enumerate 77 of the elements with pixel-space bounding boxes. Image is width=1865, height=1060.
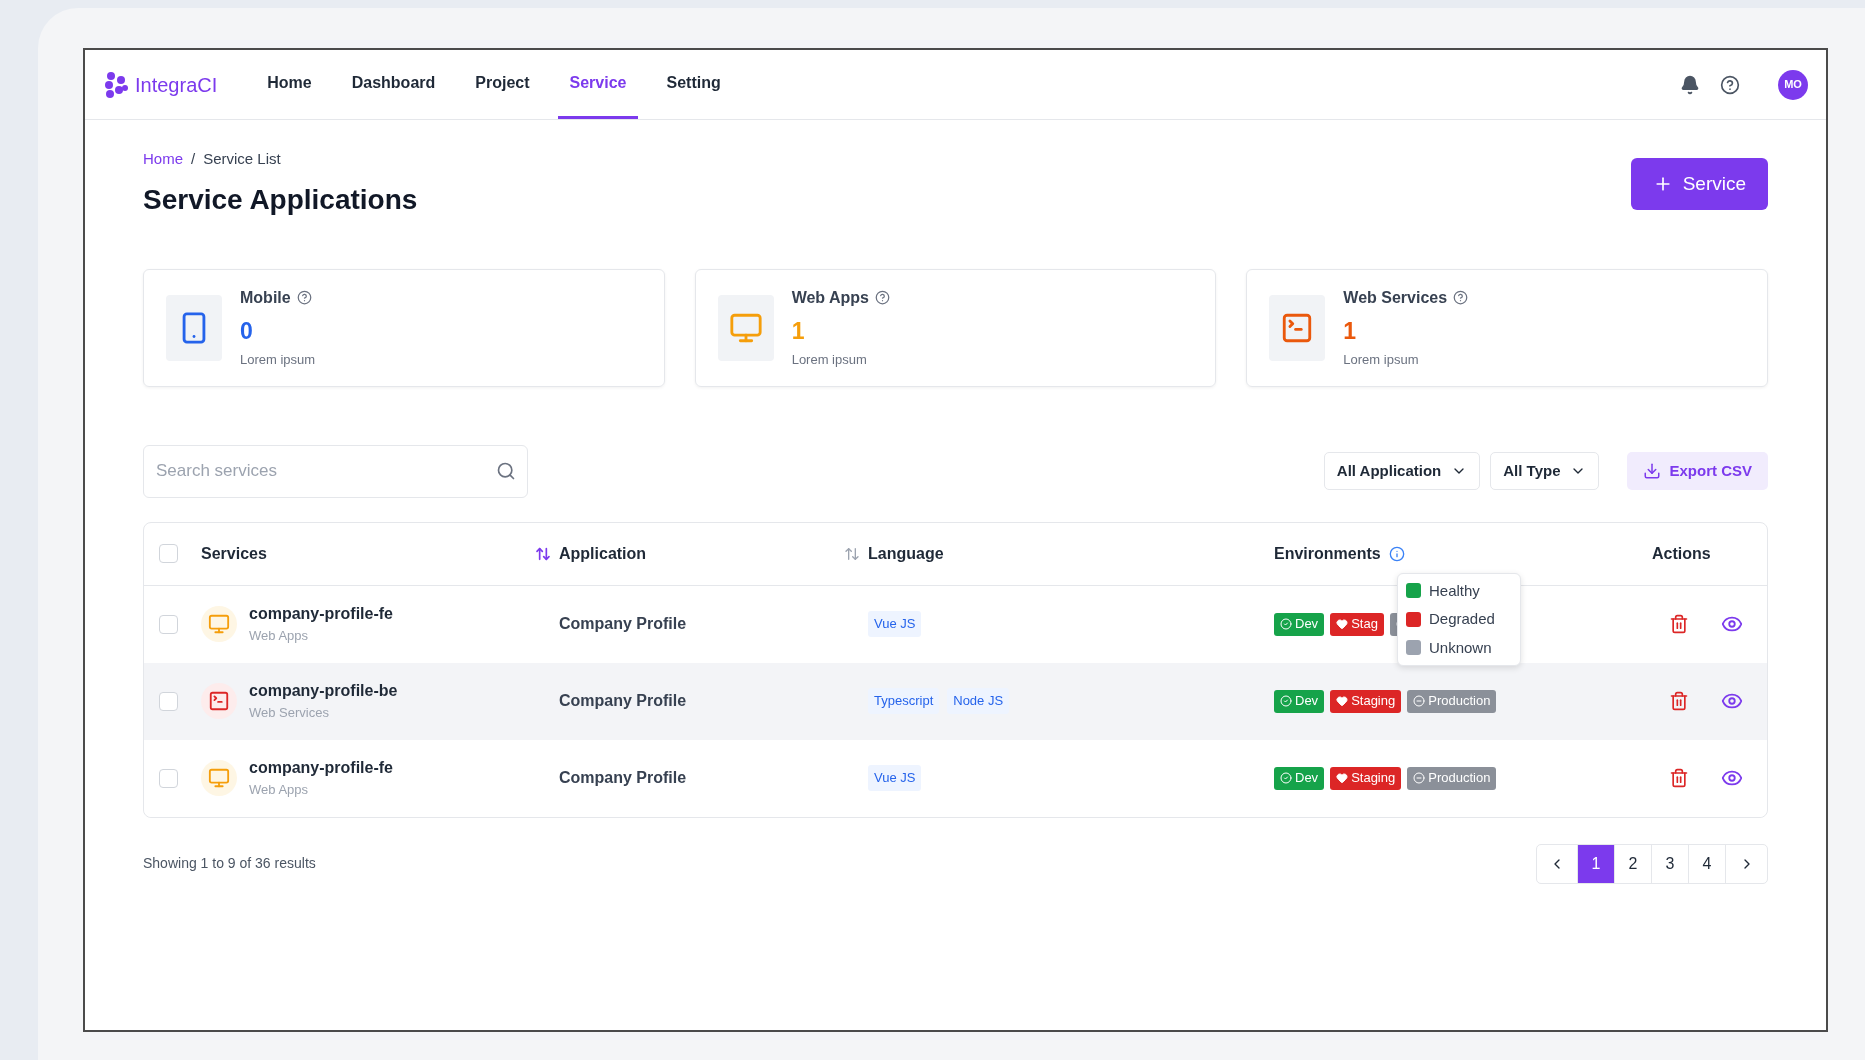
service-name[interactable]: company-profile-fe [249, 602, 393, 627]
card-caption: Lorem ipsum [240, 351, 316, 369]
delete-icon[interactable] [1669, 691, 1689, 711]
table-row[interactable]: company-profile-be Web Services Company Profile Typescript Node JS Dev Staging Production [144, 662, 1767, 740]
environment-badge: Dev [1274, 612, 1325, 636]
column-header: Language [868, 543, 944, 564]
nav-tab[interactable]: Project [463, 50, 542, 119]
service-name[interactable]: company-profile-be [249, 679, 398, 704]
service-type-badge [201, 683, 237, 719]
card-value: 1 [1343, 316, 1358, 346]
language-tag: Node JS [947, 688, 1010, 714]
environment-badge: Dev [1274, 766, 1325, 790]
results-summary: Showing 1 to 9 of 36 results [143, 854, 316, 873]
logo-icon [103, 70, 129, 99]
language-tag: Typescript [868, 688, 940, 714]
help-icon[interactable] [296, 290, 312, 305]
application-name: Company Profile [559, 691, 688, 711]
environment-badge: Dev [1274, 689, 1325, 713]
search-icon [496, 460, 516, 481]
application-name: Company Profile [559, 768, 688, 788]
application-name: Company Profile [559, 614, 688, 634]
nav-tab[interactable]: Setting [654, 50, 733, 119]
card-value: 1 [791, 316, 806, 346]
nav-tab[interactable]: Home [255, 50, 324, 119]
card-title: Web Apps [791, 287, 869, 308]
breadcrumb-link[interactable]: Home [143, 148, 183, 171]
checkbox[interactable] [159, 544, 178, 563]
column-header: Actions [1652, 544, 1711, 562]
export-csv-button[interactable]: Export CSV [1627, 452, 1768, 490]
add-service-button[interactable]: Service [1630, 158, 1768, 210]
page-button[interactable]: 1 [1578, 844, 1615, 883]
brand-name[interactable]: IntegraCI [135, 69, 218, 100]
service-type: Web Services [249, 704, 330, 723]
environment-badge: Stag [1330, 612, 1384, 636]
info-icon[interactable] [1388, 545, 1405, 562]
help-icon[interactable] [875, 290, 890, 305]
breadcrumb-separator: / [191, 149, 196, 169]
legend-label: Degraded [1429, 609, 1495, 629]
language-tag: Vue JS [868, 765, 922, 791]
environment-badge: Production [1407, 689, 1497, 713]
environment-badge: Production [1407, 766, 1497, 790]
sort-icon[interactable] [844, 545, 860, 562]
search-field[interactable]: Search services [143, 444, 528, 498]
environment-badge: Staging [1330, 689, 1402, 713]
notification-icon[interactable] [1680, 74, 1700, 95]
delete-icon[interactable] [1669, 614, 1689, 634]
card-caption: Lorem ipsum [1343, 351, 1420, 369]
legend-label: Unknown [1429, 637, 1492, 658]
help-icon[interactable] [1720, 74, 1740, 95]
environment-badge: Staging [1330, 766, 1402, 790]
card-title: Mobile [240, 287, 291, 308]
breadcrumb-current: Service List [203, 149, 281, 169]
column-header: Environments [1274, 543, 1381, 564]
download-icon [1643, 462, 1662, 480]
service-type-badge [201, 760, 237, 796]
checkbox[interactable] [159, 768, 178, 788]
column-header: Application [559, 543, 647, 564]
service-type: Web Apps [249, 627, 310, 646]
service-type: Web Apps [249, 781, 310, 800]
card-title: Web Services [1343, 287, 1448, 308]
service-type-badge [201, 606, 237, 642]
card-caption: Lorem ipsum [791, 351, 868, 369]
nav-tab[interactable]: Service [557, 50, 639, 119]
language-tag: Vue JS [868, 611, 922, 637]
filter-dropdown[interactable]: All Application [1323, 452, 1481, 490]
column-header: Services [201, 543, 267, 564]
nav-tab[interactable]: Dashboard [339, 50, 448, 119]
service-name[interactable]: company-profile-fe [249, 756, 393, 781]
help-icon[interactable] [1453, 290, 1469, 305]
page-title: Service Applications [143, 182, 418, 217]
checkbox[interactable] [159, 614, 178, 634]
checkbox[interactable] [159, 691, 178, 711]
card-value: 0 [240, 316, 254, 346]
user-avatar[interactable]: MO [1778, 69, 1808, 100]
delete-icon[interactable] [1669, 768, 1689, 788]
sort-icon[interactable] [535, 545, 551, 562]
filter-dropdown[interactable]: All Type [1490, 452, 1600, 490]
